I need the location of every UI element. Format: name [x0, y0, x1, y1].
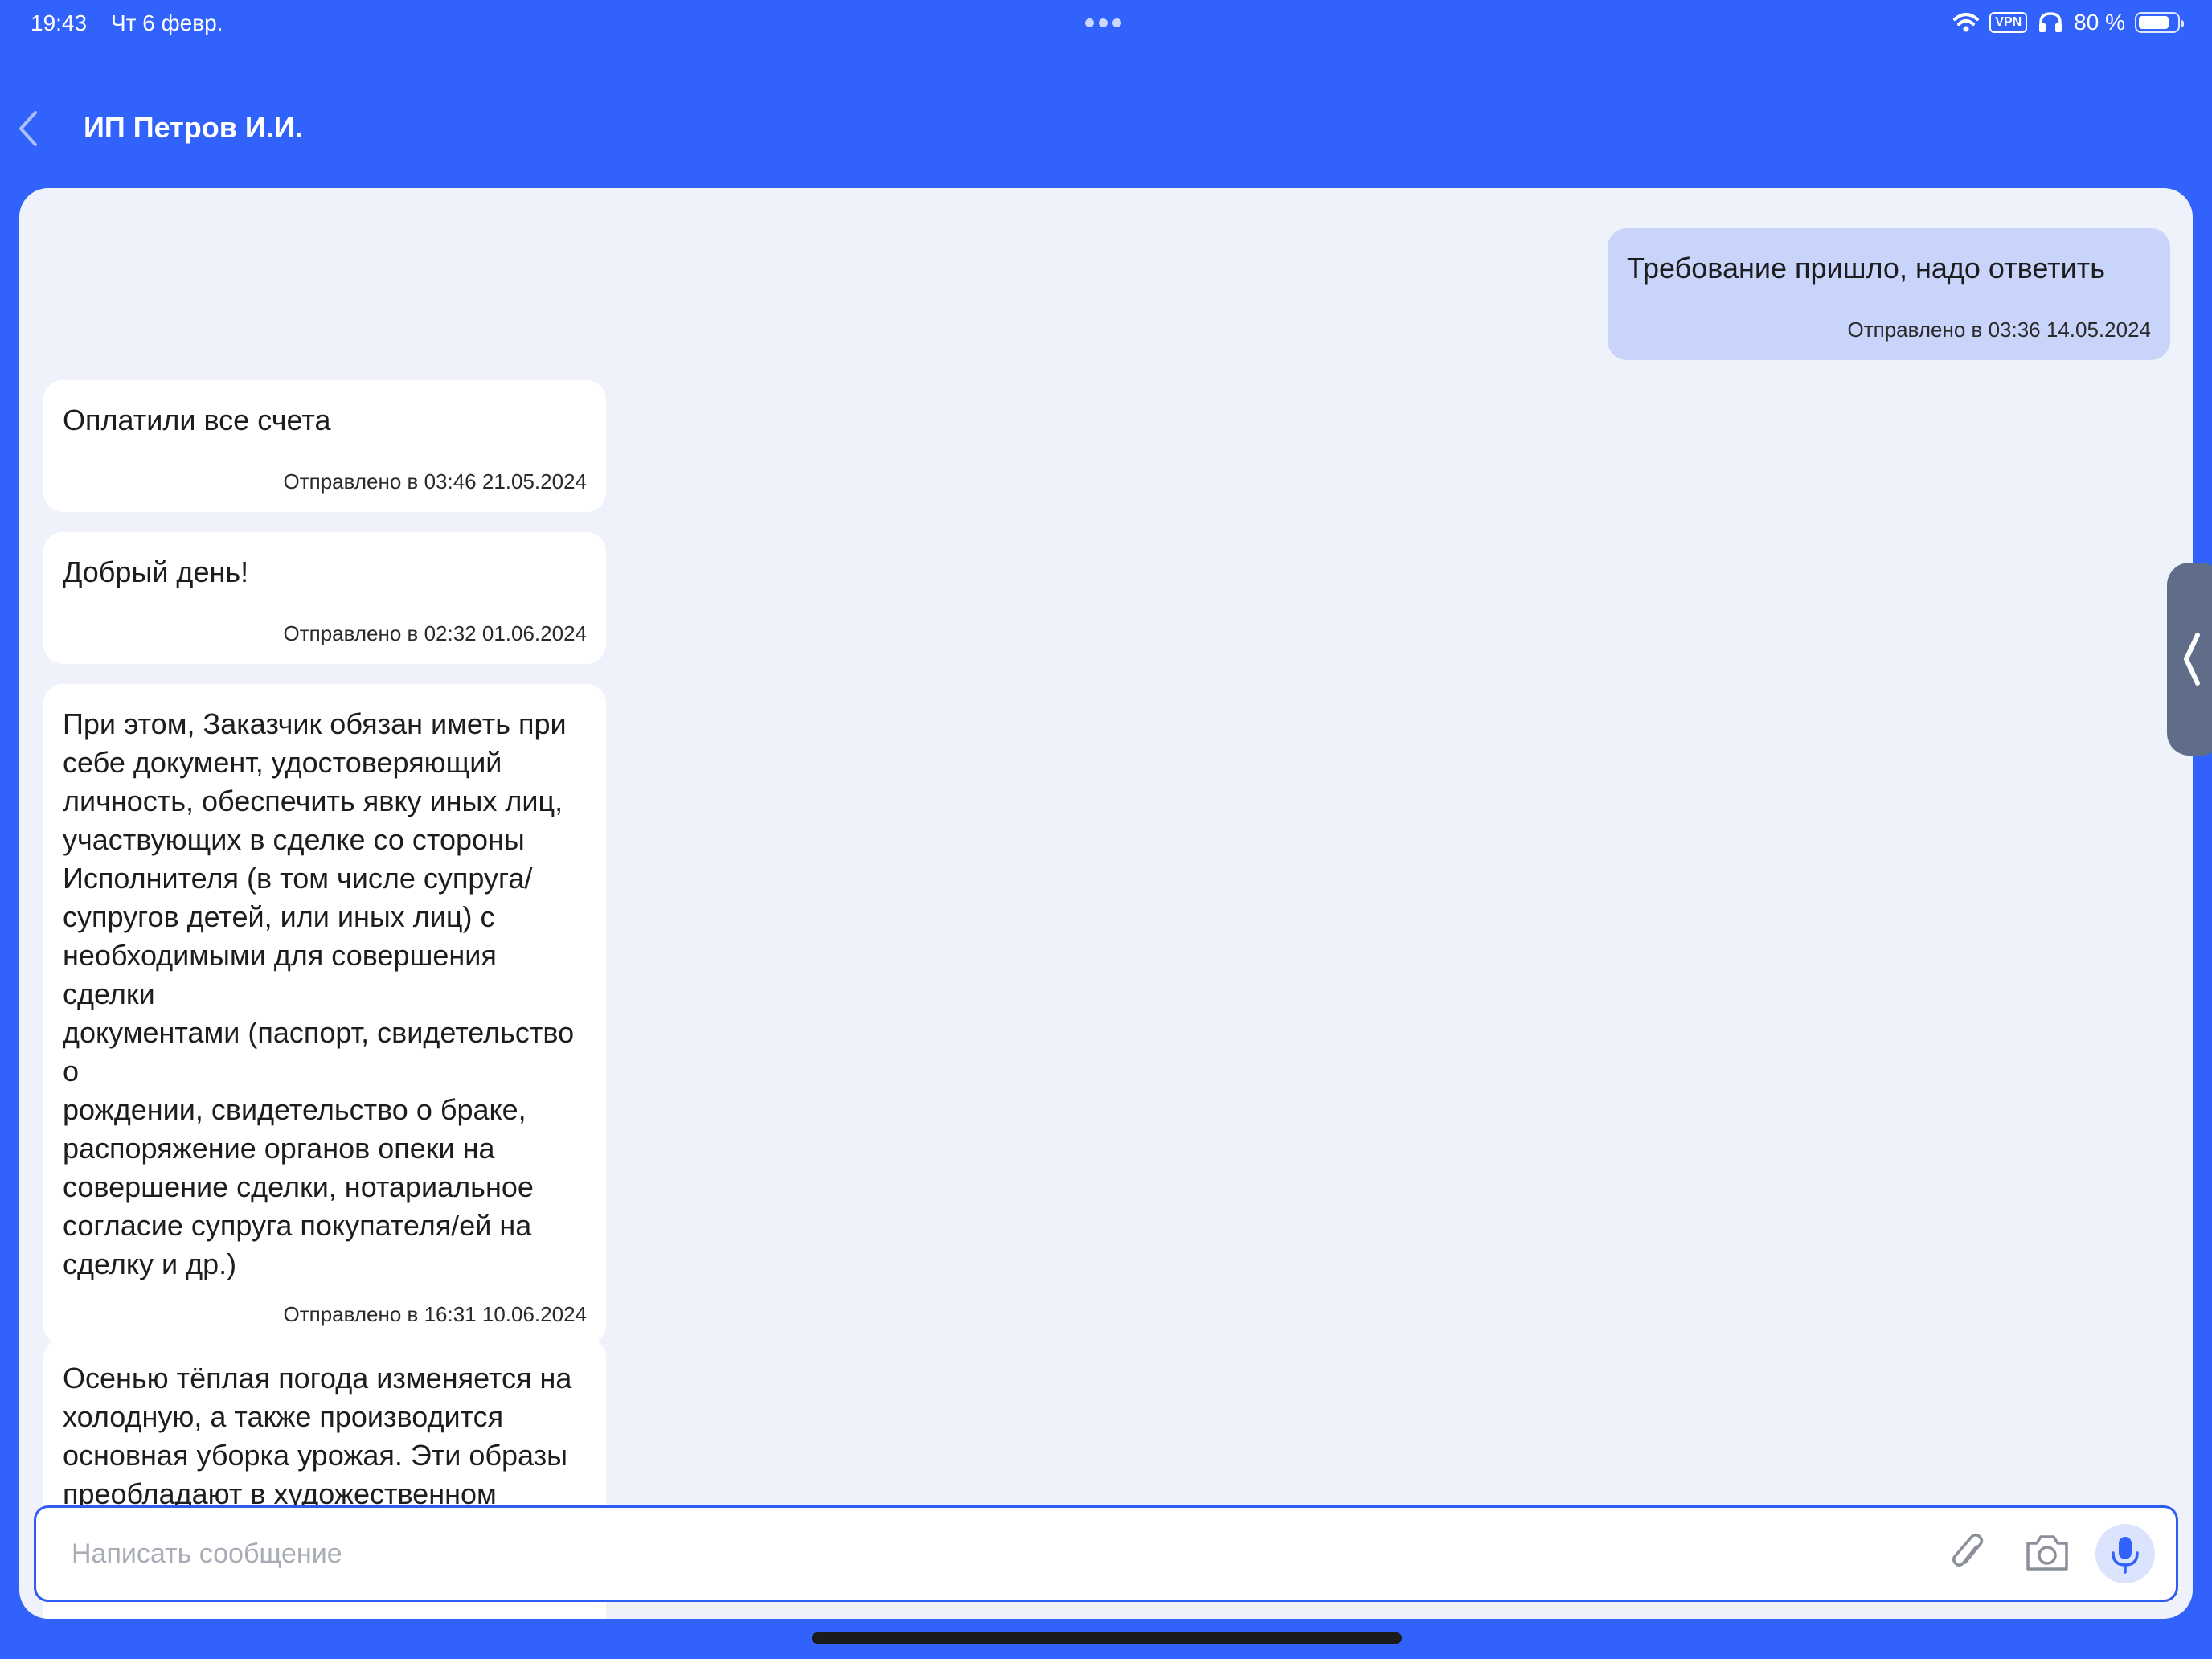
message-text: Требование пришло, надо ответить: [1627, 252, 2105, 285]
chevron-left-icon: [19, 111, 37, 146]
home-indicator[interactable]: [812, 1632, 1402, 1644]
message-timestamp: Отправлено в 03:36 14.05.2024: [1847, 317, 2151, 342]
message-text: Добрый день!: [63, 555, 249, 588]
wifi-icon: [1953, 13, 1980, 32]
multitasking-dots-icon[interactable]: [1085, 18, 1121, 27]
message-text: Осенью тёплая погода изменяется на холод…: [63, 1362, 572, 1510]
status-time: 19:43: [31, 10, 88, 35]
microphone-icon: [2112, 1537, 2139, 1574]
message-timestamp: Отправлено в 03:46 21.05.2024: [283, 469, 587, 494]
message-list[interactable]: Требование пришло, надо ответить Отправл…: [19, 188, 2193, 1619]
status-indicators: VPN 80 %: [1952, 10, 2184, 35]
battery-percent: 80 %: [2074, 10, 2125, 35]
message-input[interactable]: [72, 1508, 1920, 1600]
message-text: При этом, Заказчик обязан иметь при себе…: [63, 707, 575, 1280]
battery-level: [2139, 16, 2169, 29]
message-bubble-incoming[interactable]: Оплатили все счета Отправлено в 03:46 21…: [43, 380, 606, 512]
message-bubble-incoming[interactable]: При этом, Заказчик обязан иметь при себе…: [43, 684, 606, 1345]
microphone-button[interactable]: [2095, 1524, 2155, 1583]
back-button[interactable]: [13, 106, 45, 151]
message-text: Оплатили все счета: [63, 403, 331, 436]
message-bubble-outgoing[interactable]: Требование пришло, надо ответить Отправл…: [1608, 228, 2170, 360]
message-timestamp: Отправлено в 02:32 01.06.2024: [283, 621, 587, 645]
headphones-icon: [2039, 12, 2062, 32]
chat-header: ИП Петров И.И.: [0, 88, 2212, 169]
status-date: Чт 6 февр.: [111, 10, 223, 35]
status-bar: 19:43 Чт 6 февр. VPN 80 %: [0, 0, 2212, 48]
chat-title: ИП Петров И.И.: [84, 111, 303, 144]
camera-icon[interactable]: [2023, 1532, 2071, 1574]
message-bubble-incoming[interactable]: Добрый день! Отправлено в 02:32 01.06.20…: [43, 532, 606, 664]
message-composer: [34, 1505, 2178, 1602]
battery-icon: [2135, 12, 2184, 33]
slide-over-handle[interactable]: [2167, 563, 2212, 756]
chevron-left-icon: [2184, 633, 2200, 686]
message-timestamp: Отправлено в 16:31 10.06.2024: [283, 1302, 587, 1326]
vpn-badge: VPN: [1989, 12, 2028, 33]
paperclip-icon[interactable]: [1949, 1530, 1986, 1575]
